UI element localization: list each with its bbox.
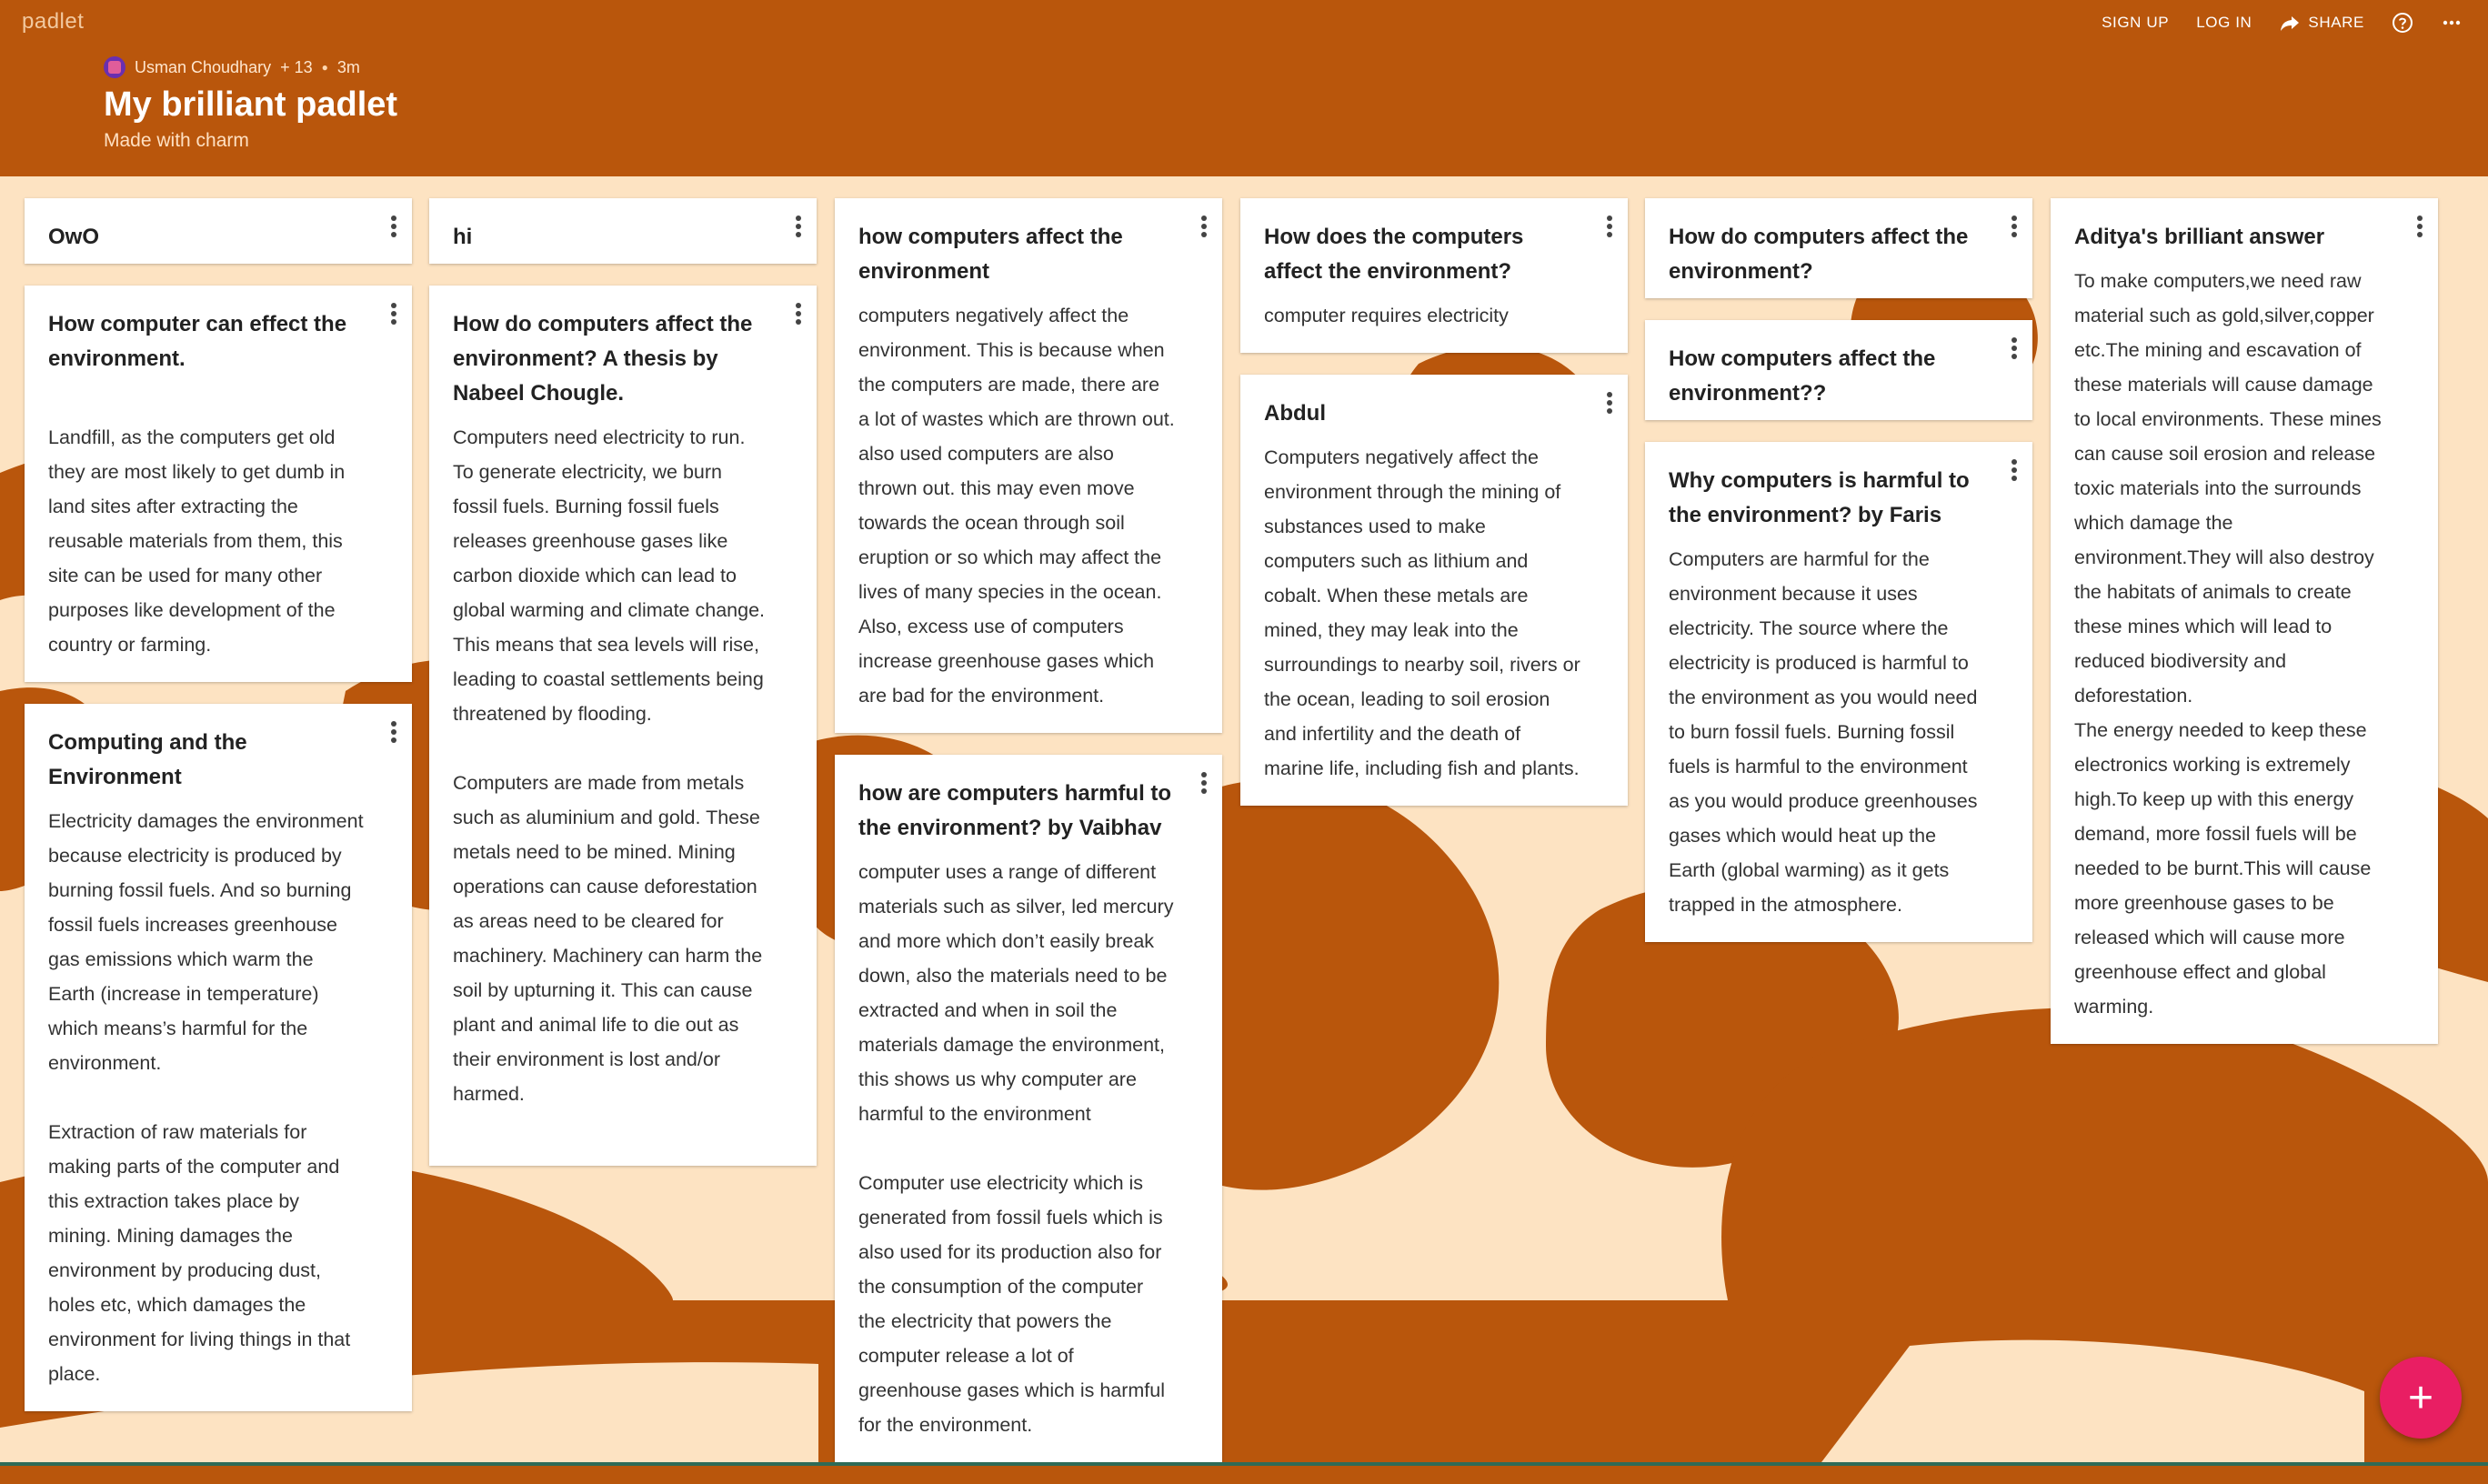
post-title: Aditya's brilliant answer (2074, 225, 2325, 249)
post-title: how computers affect the environment (858, 225, 1123, 284)
post-title: OwO (48, 225, 100, 249)
post-menu-icon[interactable] (2411, 213, 2429, 240)
post-menu-icon[interactable] (2005, 456, 2023, 484)
more-options-button[interactable] (2441, 12, 2463, 34)
post-card[interactable]: How do computers affect the environment? (1645, 198, 2032, 298)
padlet-logo[interactable]: padlet (22, 9, 84, 35)
post-body: Computers need electricity to run. To ge… (453, 426, 766, 1105)
share-label: SHARE (2308, 14, 2364, 31)
top-bar: padlet SIGN UP LOG IN SHARE (0, 0, 2488, 47)
column-2: hi How do computers affect the environme… (429, 198, 817, 1188)
bottom-edge (0, 1462, 2488, 1466)
post-title: hi (453, 225, 473, 249)
post-card[interactable]: Computing and the Environment Electricit… (25, 704, 412, 1411)
share-arrow-icon (2281, 16, 2300, 31)
sign-up-button[interactable]: SIGN UP (2102, 14, 2169, 32)
more-horiz-icon (2443, 20, 2461, 25)
avatar[interactable] (104, 56, 125, 78)
column-4: How does the computers affect the enviro… (1240, 198, 1628, 827)
post-title: How computer can effect the environment. (48, 312, 347, 371)
post-menu-icon[interactable] (385, 300, 403, 327)
padlet-header: Usman Choudhary + 13 ● 3m My brilliant p… (104, 56, 397, 152)
post-title: Computing and the Environment (48, 730, 247, 789)
contributor-count: + 13 (280, 57, 313, 76)
post-card[interactable]: How computer can effect the environment.… (25, 286, 412, 682)
post-body: computers negatively affect the environm… (858, 305, 1175, 707)
post-body: Electricity damages the environment beca… (48, 810, 364, 1385)
column-3: how computers affect the environment com… (835, 198, 1222, 1484)
separator-dot: ● (321, 61, 328, 74)
post-menu-icon[interactable] (385, 718, 403, 746)
post-body: computer requires electricity (1264, 305, 1509, 326)
share-button[interactable]: SHARE (2279, 12, 2364, 34)
column-1: OwO How computer can effect the environm… (25, 198, 412, 1433)
column-6: Aditya's brilliant answer To make comput… (2051, 198, 2438, 1066)
page-subtitle: Made with charm (104, 130, 249, 151)
post-card[interactable]: Aditya's brilliant answer To make comput… (2051, 198, 2438, 1044)
post-body: To make computers,we need raw material s… (2074, 270, 2382, 1018)
post-menu-icon[interactable] (789, 300, 808, 327)
post-menu-icon[interactable] (1195, 769, 1213, 797)
post-body: Computers are harmful for the environmen… (1669, 548, 1978, 916)
updated-time: 3m (336, 57, 360, 76)
post-body: Computers negatively affect the environm… (1264, 446, 1580, 779)
page-title: My brilliant padlet (104, 85, 398, 124)
author-meta: Usman Choudhary + 13 ● 3m (104, 56, 397, 78)
post-menu-icon[interactable] (385, 213, 403, 240)
post-title: How do computers affect the environment? (1669, 225, 1969, 284)
post-card[interactable]: how computers affect the environment com… (835, 198, 1222, 733)
post-menu-icon[interactable] (1195, 213, 1213, 240)
post-menu-icon[interactable] (2005, 335, 2023, 362)
post-card[interactable]: Abdul Computers negatively affect the en… (1240, 375, 1628, 806)
post-body: Landfill, as the computers get old they … (48, 426, 346, 656)
post-card[interactable]: OwO (25, 198, 412, 264)
plus-icon: + (2407, 1373, 2434, 1422)
author-name[interactable]: Usman Choudhary (135, 58, 271, 77)
post-body: computer uses a range of different mater… (858, 861, 1174, 1436)
post-title: Why computers is harmful to the environm… (1669, 468, 1970, 527)
post-title: how are computers harmful to the environ… (858, 781, 1172, 840)
post-card[interactable]: How computers affect the environment?? (1645, 320, 2032, 420)
post-menu-icon[interactable] (1600, 389, 1619, 416)
post-card[interactable]: How does the computers affect the enviro… (1240, 198, 1628, 353)
post-title: How do computers affect the environment?… (453, 312, 753, 406)
help-button[interactable] (2392, 12, 2413, 34)
top-nav: SIGN UP LOG IN SHARE (2102, 12, 2463, 34)
post-card[interactable]: How do computers affect the environment?… (429, 286, 817, 1166)
post-menu-icon[interactable] (789, 213, 808, 240)
post-card[interactable]: hi (429, 198, 817, 264)
post-card[interactable]: Why computers is harmful to the environm… (1645, 442, 2032, 942)
post-menu-icon[interactable] (2005, 213, 2023, 240)
add-post-button[interactable]: + (2380, 1357, 2462, 1439)
log-in-button[interactable]: LOG IN (2196, 14, 2252, 32)
help-circle-icon (2393, 13, 2413, 33)
post-title: How computers affect the environment?? (1669, 346, 1936, 406)
post-title: Abdul (1264, 401, 1326, 426)
post-menu-icon[interactable] (1600, 213, 1619, 240)
post-card[interactable]: how are computers harmful to the environ… (835, 755, 1222, 1462)
post-title: How does the computers affect the enviro… (1264, 225, 1524, 284)
column-5: How do computers affect the environment?… (1645, 198, 2032, 964)
